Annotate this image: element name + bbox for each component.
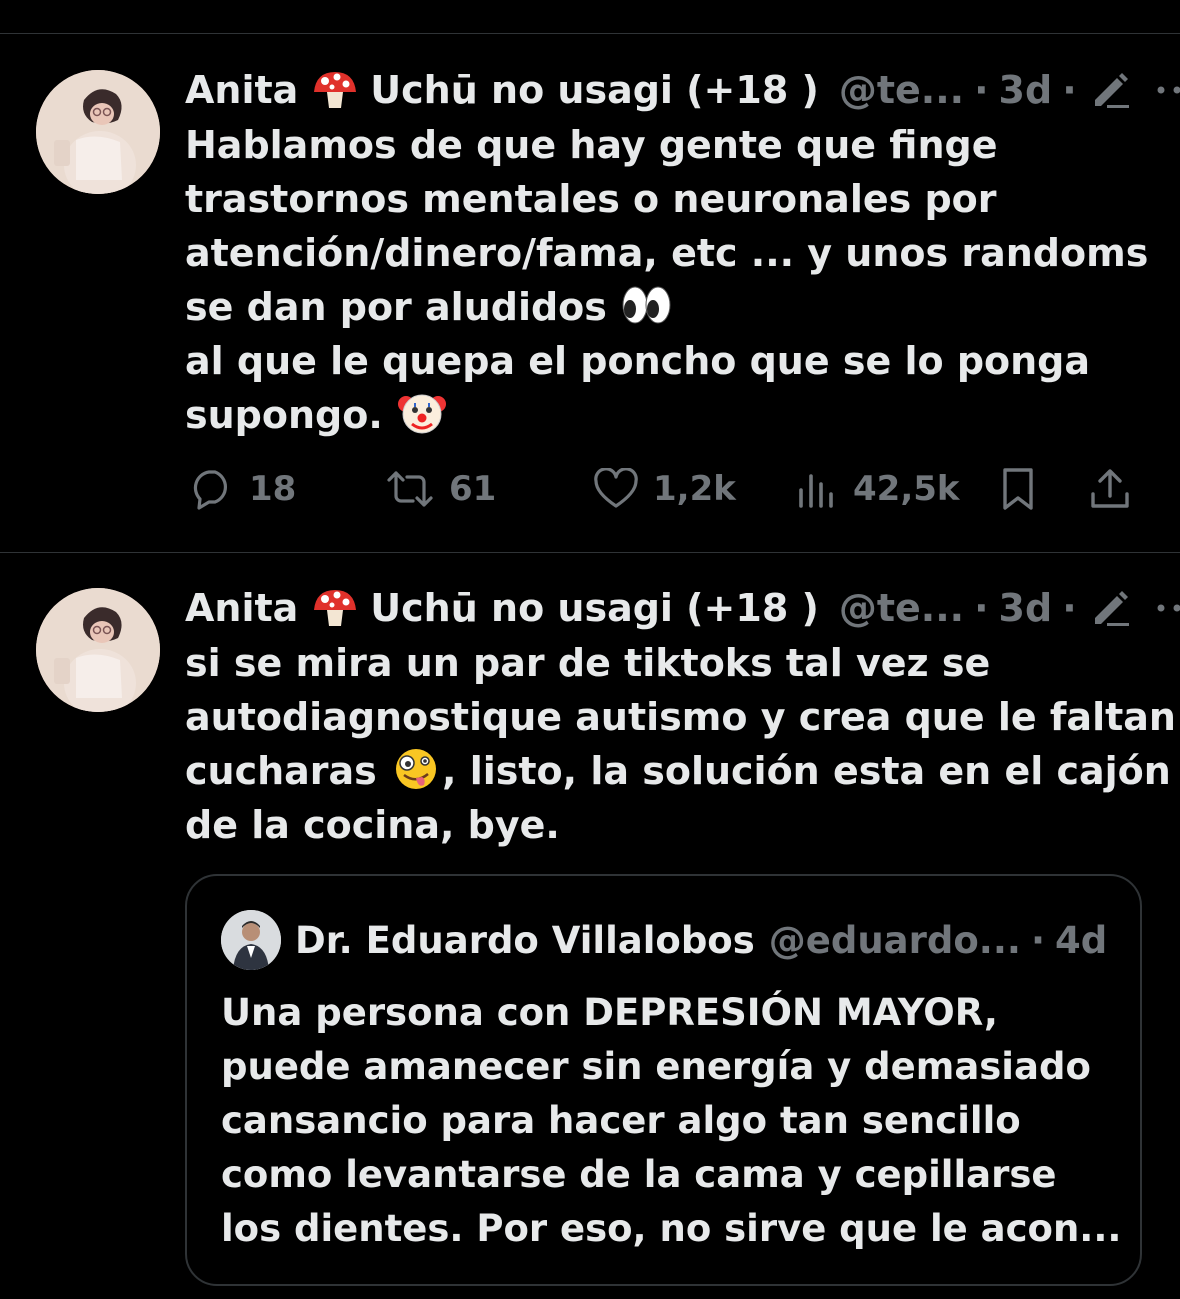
bookmark-icon (997, 466, 1039, 512)
tweet-text-line: Hablamos de que hay gente que finge (185, 123, 998, 167)
tweet-text-line: atención/dinero/fama, etc ... y unos ran… (185, 231, 1149, 275)
quoted-tweet-text: Una persona con DEPRESIÓN MAYOR, puede a… (221, 986, 1121, 1256)
tweet-text-fragment: supongo. (185, 393, 383, 437)
mushroom-icon (310, 588, 360, 628)
quoted-text-line: puede amanecer sin energía y demasiado (221, 1045, 1091, 1088)
user-handle[interactable]: @te... (839, 64, 964, 116)
retweet-button[interactable]: 61 (385, 462, 496, 516)
edit-pencil-icon[interactable] (1089, 70, 1133, 110)
tweet-text-fragment: , listo, la solución esta en el cajón (442, 749, 1171, 793)
separator: · (1062, 586, 1077, 630)
separator: · (974, 68, 989, 112)
heart-icon (593, 468, 639, 510)
tweet-text-fragment: se dan por aludidos (185, 285, 607, 329)
tweet-actions: 18 61 1,2k 42,5k (185, 462, 1145, 516)
tweet-text-line: si se mira un par de tiktoks tal vez se (185, 641, 991, 685)
quoted-timestamp[interactable]: 4d (1055, 919, 1107, 962)
like-count: 1,2k (653, 469, 736, 509)
tweet-text-line-with-emoji: supongo. (185, 388, 1145, 442)
timestamp[interactable]: 3d (999, 582, 1053, 634)
share-button[interactable] (1087, 462, 1133, 516)
clown-emoji (396, 390, 448, 436)
quoted-tweet-card[interactable]: Dr. Eduardo Villalobos @eduardo... · 4d … (185, 874, 1142, 1286)
edit-pencil-icon[interactable] (1089, 588, 1133, 628)
quoted-tweet-header: Dr. Eduardo Villalobos @eduardo... · 4d (221, 910, 1107, 970)
tweet-text: Hablamos de que hay gente que finge tras… (185, 118, 1149, 442)
tweet-text-line: autodiagnostique autismo y crea que le f… (185, 695, 1176, 739)
quoted-text-line: Una persona con DEPRESIÓN MAYOR, (221, 991, 998, 1034)
separator: · (1030, 918, 1046, 962)
display-name-suffix[interactable]: Uchū no usagi (+18 ) (370, 64, 819, 116)
retweet-count: 61 (449, 469, 497, 509)
avatar[interactable] (36, 588, 160, 712)
separator: · (974, 586, 989, 630)
user-handle[interactable]: @te... (839, 582, 964, 634)
quoted-display-name[interactable]: Dr. Eduardo Villalobos (295, 919, 755, 962)
tweet-header: Anita Uchū no usagi (+18 ) @te... · 3d · (185, 582, 1180, 634)
retweet-icon (385, 468, 435, 510)
mushroom-icon (310, 70, 360, 110)
reply-bubble-icon (189, 468, 235, 510)
eyes-emoji (620, 282, 672, 328)
reply-button[interactable]: 18 (189, 462, 296, 516)
separator: · (1062, 68, 1077, 112)
quoted-text-line: como levantarse de la cama y cepillarse (221, 1153, 1057, 1196)
display-name[interactable]: Anita (185, 582, 298, 634)
like-button[interactable]: 1,2k (593, 462, 736, 516)
more-dots-icon[interactable] (1155, 80, 1180, 100)
reply-count: 18 (249, 469, 297, 509)
quoted-avatar[interactable] (221, 910, 281, 970)
tweet-text-line: trastornos mentales o neuronales por (185, 177, 997, 221)
view-count: 42,5k (853, 469, 960, 509)
tweet-header: Anita Uchū no usagi (+18 ) @te... · 3d · (185, 64, 1180, 116)
tweet-text-line-with-emoji: cucharas , listo, la solución esta en el… (185, 744, 1171, 798)
top-divider (0, 33, 1180, 34)
bookmark-button[interactable] (997, 462, 1039, 516)
quoted-user-handle[interactable]: @eduardo... (769, 919, 1021, 962)
tweet-text: si se mira un par de tiktoks tal vez se … (185, 636, 1176, 852)
quoted-text-line: los dientes. Por eso, no sirve que le ac… (221, 1207, 1122, 1250)
zany-face-emoji (390, 746, 442, 792)
tweet-text-line: al que le quepa el poncho que se lo pong… (185, 339, 1091, 383)
tweet-text-line-with-emoji: se dan por aludidos (185, 280, 1145, 334)
display-name-suffix[interactable]: Uchū no usagi (+18 ) (370, 582, 819, 634)
tweet-text-line: de la cocina, bye. (185, 803, 560, 847)
views-button[interactable]: 42,5k (795, 462, 960, 516)
tweet-text-fragment: cucharas (185, 749, 377, 793)
display-name[interactable]: Anita (185, 64, 298, 116)
avatar[interactable] (36, 70, 160, 194)
share-icon (1087, 466, 1133, 512)
tweet-divider (0, 552, 1180, 553)
more-dots-icon[interactable] (1155, 598, 1180, 618)
views-bar-icon (795, 468, 839, 510)
quoted-text-line: cansancio para hacer algo tan sencillo (221, 1099, 1021, 1142)
timestamp[interactable]: 3d (999, 64, 1053, 116)
